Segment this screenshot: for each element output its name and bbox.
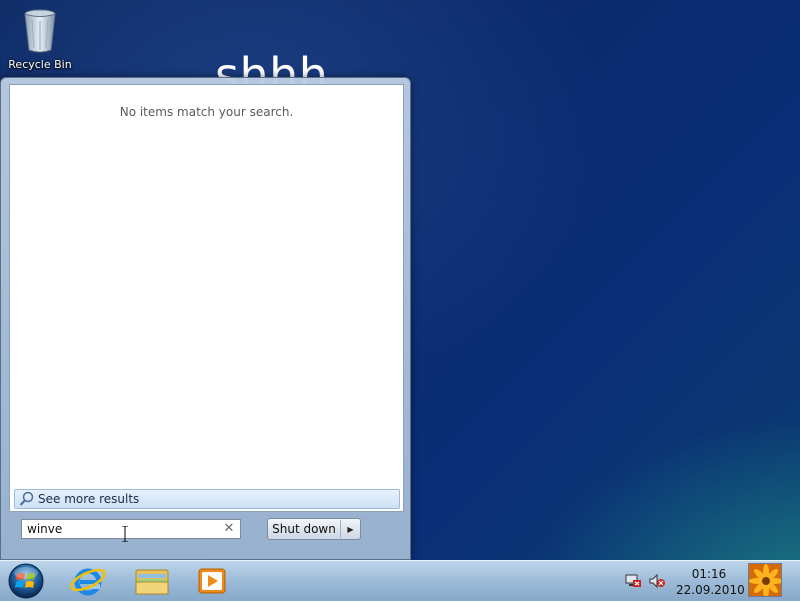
shutdown-button[interactable]: Shut down ▶ (267, 518, 361, 540)
internet-explorer-icon (70, 568, 106, 596)
search-results-pane: No items match your search. See more res… (9, 84, 404, 512)
no-results-message: No items match your search. (119, 105, 294, 119)
folder-library-icon (135, 569, 169, 595)
start-button[interactable] (6, 562, 46, 600)
see-more-results-link[interactable]: See more results (14, 489, 400, 509)
desktop-icon-recycle-bin[interactable]: Recycle Bin (4, 6, 76, 71)
windows-orb-icon (8, 563, 44, 599)
taskbar-app-internet-explorer[interactable] (68, 564, 108, 598)
network-disconnected-icon[interactable] (624, 573, 642, 589)
taskbar: 01:16 22.09.2010 (0, 560, 800, 601)
taskbar-app-windows-explorer[interactable] (132, 564, 172, 598)
start-search-box[interactable]: ✕ (21, 519, 241, 539)
see-more-results-label: See more results (38, 492, 140, 506)
user-picture-flower-icon (749, 564, 781, 596)
clear-search-icon[interactable]: ✕ (222, 521, 236, 537)
clock-date: 22.09.2010 (676, 583, 745, 597)
show-desktop-button[interactable] (748, 563, 782, 597)
taskbar-app-media-player[interactable] (192, 564, 232, 598)
clock-time: 01:16 (691, 567, 727, 581)
desktop-icon-label: Recycle Bin (8, 58, 72, 71)
text-cursor-icon (122, 526, 128, 542)
start-menu: No items match your search. See more res… (0, 77, 411, 560)
recycle-bin-icon (20, 6, 60, 56)
taskbar-clock[interactable]: 01:16 22.09.2010 (676, 567, 745, 597)
shutdown-options-arrow-icon[interactable]: ▶ (341, 525, 360, 534)
shutdown-label: Shut down (272, 522, 336, 536)
volume-muted-icon[interactable] (648, 573, 666, 589)
search-icon (18, 490, 36, 508)
media-player-icon (198, 568, 226, 594)
